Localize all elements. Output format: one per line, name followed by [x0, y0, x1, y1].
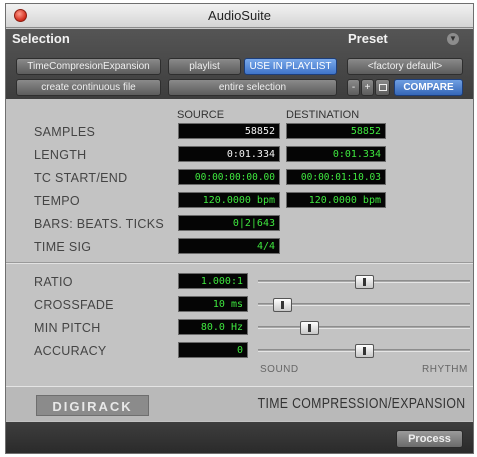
- digirack-logo: DIGIRACK: [36, 395, 149, 416]
- min-pitch-value-field[interactable]: 80.0 Hz: [178, 319, 248, 335]
- samples-source-field: 58852: [178, 123, 280, 139]
- bottom-bar: Process: [6, 422, 473, 453]
- preset-header: Preset: [348, 31, 388, 46]
- tc-start-field[interactable]: 00:00:00:00.00: [178, 169, 280, 185]
- min-pitch-label: MIN PITCH: [34, 321, 101, 335]
- section-divider-highlight: [6, 263, 473, 264]
- length-label: LENGTH: [34, 148, 87, 162]
- ratio-label: RATIO: [34, 275, 73, 289]
- preset-copy-button[interactable]: [375, 79, 390, 96]
- min-pitch-slider-track[interactable]: [258, 326, 470, 329]
- crossfade-slider-thumb[interactable]: [273, 298, 293, 312]
- crossfade-value-field[interactable]: 10 ms: [178, 296, 248, 312]
- ratio-value-field[interactable]: 1.000:1: [178, 273, 248, 289]
- accuracy-slider-thumb[interactable]: [354, 344, 374, 358]
- bars-beats-ticks-field[interactable]: 0|2|643: [178, 215, 280, 231]
- playlist-button[interactable]: playlist: [168, 58, 241, 75]
- ratio-slider-thumb[interactable]: [354, 275, 374, 289]
- accuracy-value-field[interactable]: 0: [178, 342, 248, 358]
- source-column-header: SOURCE: [177, 109, 225, 121]
- tc-end-field[interactable]: 00:00:01:10.03: [286, 169, 386, 185]
- selection-preset-bar: Selection Preset ▼ TimeCompresionExpansi…: [6, 29, 473, 99]
- time-sig-field[interactable]: 4/4: [178, 238, 280, 254]
- time-sig-label: TIME SIG: [34, 240, 92, 254]
- plugin-name: TIME COMPRESSION/EXPANSION: [257, 395, 465, 412]
- destination-column-header: DESTINATION: [286, 109, 360, 121]
- window-title: AudioSuite: [208, 8, 271, 23]
- samples-label: SAMPLES: [34, 125, 96, 139]
- plugin-body: SOURCE DESTINATION SAMPLES 58852 58852 L…: [6, 99, 473, 453]
- tempo-source-field[interactable]: 120.0000 bpm: [178, 192, 280, 208]
- file-mode-button[interactable]: create continuous file: [16, 79, 161, 96]
- compare-button[interactable]: COMPARE: [394, 79, 463, 96]
- selection-header: Selection: [12, 31, 70, 46]
- preset-minus-button[interactable]: -: [347, 79, 360, 96]
- min-pitch-slider-thumb[interactable]: [300, 321, 320, 335]
- preset-plus-button[interactable]: +: [361, 79, 374, 96]
- chevron-down-icon: ▼: [449, 34, 457, 43]
- audiosuite-window: AudioSuite Selection Preset ▼ TimeCompre…: [5, 3, 474, 454]
- tempo-destination-field[interactable]: 120.0000 bpm: [286, 192, 386, 208]
- use-in-playlist-button[interactable]: USE IN PLAYLIST: [244, 58, 337, 75]
- preset-menu-button[interactable]: ▼: [447, 33, 459, 45]
- tc-start-end-label: TC START/END: [34, 171, 128, 185]
- plugin-mode-button[interactable]: TimeCompresionExpansion: [16, 58, 161, 75]
- copy-icon: [378, 84, 387, 91]
- accuracy-scale-left-label: SOUND: [260, 364, 299, 375]
- bars-beats-ticks-label: BARS: BEATS. TICKS: [34, 217, 164, 231]
- accuracy-label: ACCURACY: [34, 344, 107, 358]
- selection-scope-button[interactable]: entire selection: [168, 79, 337, 96]
- samples-destination-field[interactable]: 58852: [286, 123, 386, 139]
- title-bar[interactable]: AudioSuite: [6, 4, 473, 28]
- process-button[interactable]: Process: [396, 430, 463, 448]
- preset-name-button[interactable]: <factory default>: [347, 58, 463, 75]
- tempo-label: TEMPO: [34, 194, 80, 208]
- crossfade-label: CROSSFADE: [34, 298, 114, 312]
- length-source-field: 0:01.334: [178, 146, 280, 162]
- accuracy-scale-right-label: RHYTHM: [422, 364, 468, 375]
- plugin-footer: DIGIRACK TIME COMPRESSION/EXPANSION: [6, 386, 473, 421]
- length-destination-field[interactable]: 0:01.334: [286, 146, 386, 162]
